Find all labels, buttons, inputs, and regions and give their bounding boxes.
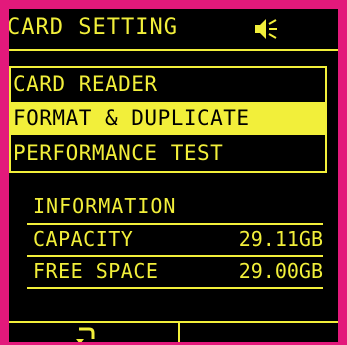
menu-item-card-reader[interactable]: CARD READER — [11, 68, 325, 101]
device-bezel: CARD SETTING CARD READER FORMAT & DUPLIC… — [0, 0, 347, 345]
info-row-free-space: FREE SPACE 29.00GB — [27, 257, 323, 289]
return-arrow-icon — [75, 327, 95, 342]
back-button[interactable] — [9, 323, 178, 342]
speaker-muted-icon[interactable] — [253, 17, 279, 41]
free-space-value: 29.00GB — [238, 259, 323, 283]
menu-item-format-duplicate[interactable]: FORMAT & DUPLICATE — [11, 102, 325, 135]
screen-header: CARD SETTING — [9, 9, 338, 51]
free-space-label: FREE SPACE — [33, 259, 159, 283]
right-softkey[interactable] — [180, 323, 338, 342]
information-heading: INFORMATION — [33, 194, 177, 218]
capacity-label: CAPACITY — [33, 227, 134, 251]
screen-title: CARD SETTING — [7, 15, 178, 40]
softkey-bar — [9, 321, 338, 342]
lcd-screen: CARD SETTING CARD READER FORMAT & DUPLIC… — [9, 9, 338, 342]
capacity-value: 29.11GB — [238, 227, 323, 251]
card-setting-menu: CARD READER FORMAT & DUPLICATE PERFORMAN… — [9, 66, 327, 173]
menu-item-performance-test[interactable]: PERFORMANCE TEST — [11, 137, 325, 170]
info-row-capacity: CAPACITY 29.11GB — [27, 223, 323, 257]
